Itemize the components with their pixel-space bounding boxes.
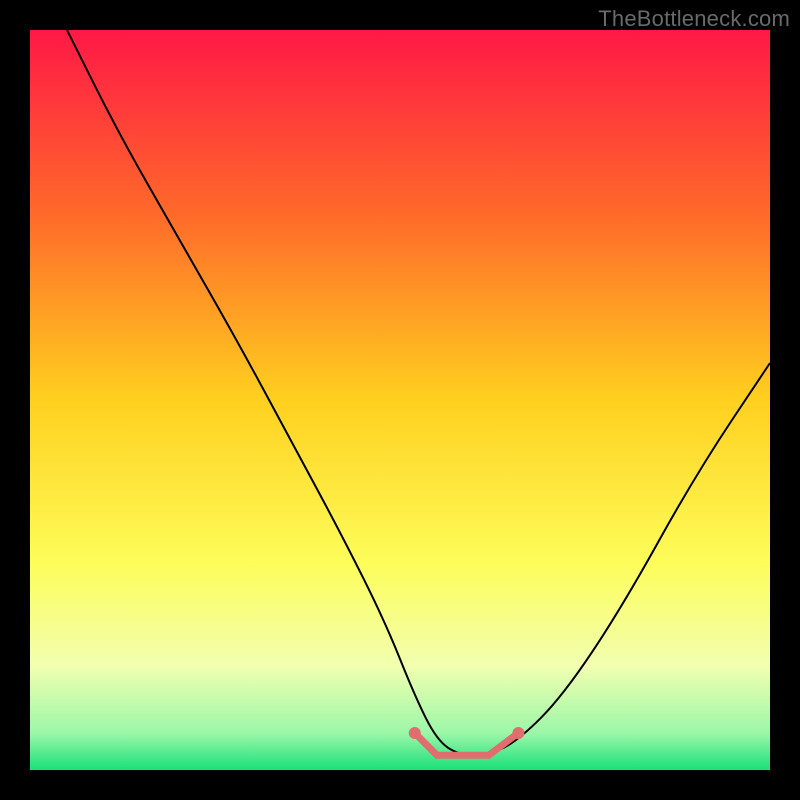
chart-frame: TheBottleneck.com — [0, 0, 800, 800]
chart-svg — [30, 30, 770, 770]
chart-plot-area — [30, 30, 770, 770]
watermark-text: TheBottleneck.com — [598, 6, 790, 32]
optimal-range-dot — [409, 727, 421, 739]
optimal-range-dot — [512, 727, 524, 739]
